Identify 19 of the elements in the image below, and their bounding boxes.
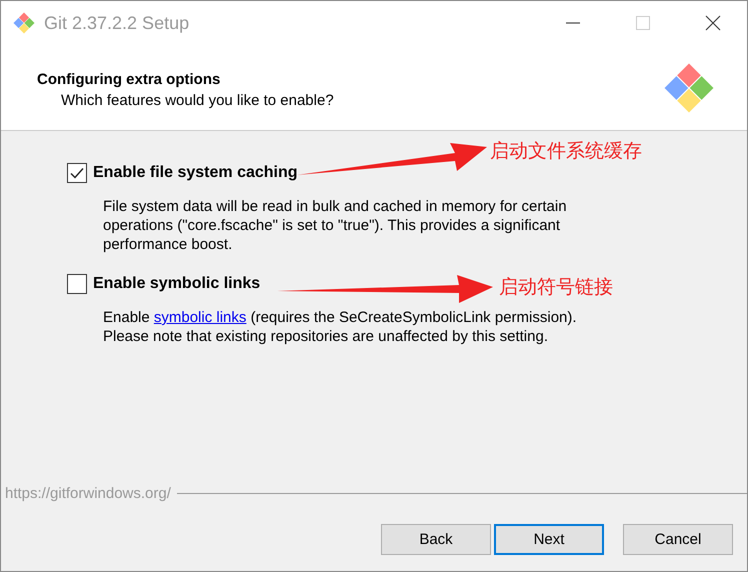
checkbox[interactable]	[67, 274, 87, 294]
page-subtitle: Which features would you like to enable?	[60, 92, 334, 108]
annotation-text: 启动符号链接	[499, 275, 613, 300]
option-description: Enable symbolic links (requires the SeCreateSymbolicLink permission). Please note that existing repositories are unaffected by this setting.	[103, 308, 578, 346]
wizard-button[interactable]: Next	[494, 524, 604, 555]
page-title: Configuring extra options	[37, 70, 222, 88]
close-icon[interactable]	[705, 15, 721, 31]
git-logo-icon	[12, 11, 36, 35]
annotation-text: 启动文件系统缓存	[490, 139, 642, 164]
link[interactable]: symbolic links	[154, 309, 246, 326]
option-description: File system data will be read in bulk and cached in memory for certain operations ("core.fscache" is set to "true"). This provides a significant performance boost.	[103, 197, 568, 254]
maximize-icon	[635, 15, 651, 31]
checkbox[interactable]	[67, 163, 87, 183]
option-label[interactable]: Enable file system caching	[93, 164, 298, 182]
option-label[interactable]: Enable symbolic links	[93, 275, 260, 293]
wizard-button[interactable]: Cancel	[623, 524, 733, 555]
website-url: https://gitforwindows.org/	[5, 485, 171, 502]
wizard-button[interactable]: Back	[381, 524, 491, 555]
window-title: Git 2.37.2.2 Setup	[44, 12, 190, 34]
